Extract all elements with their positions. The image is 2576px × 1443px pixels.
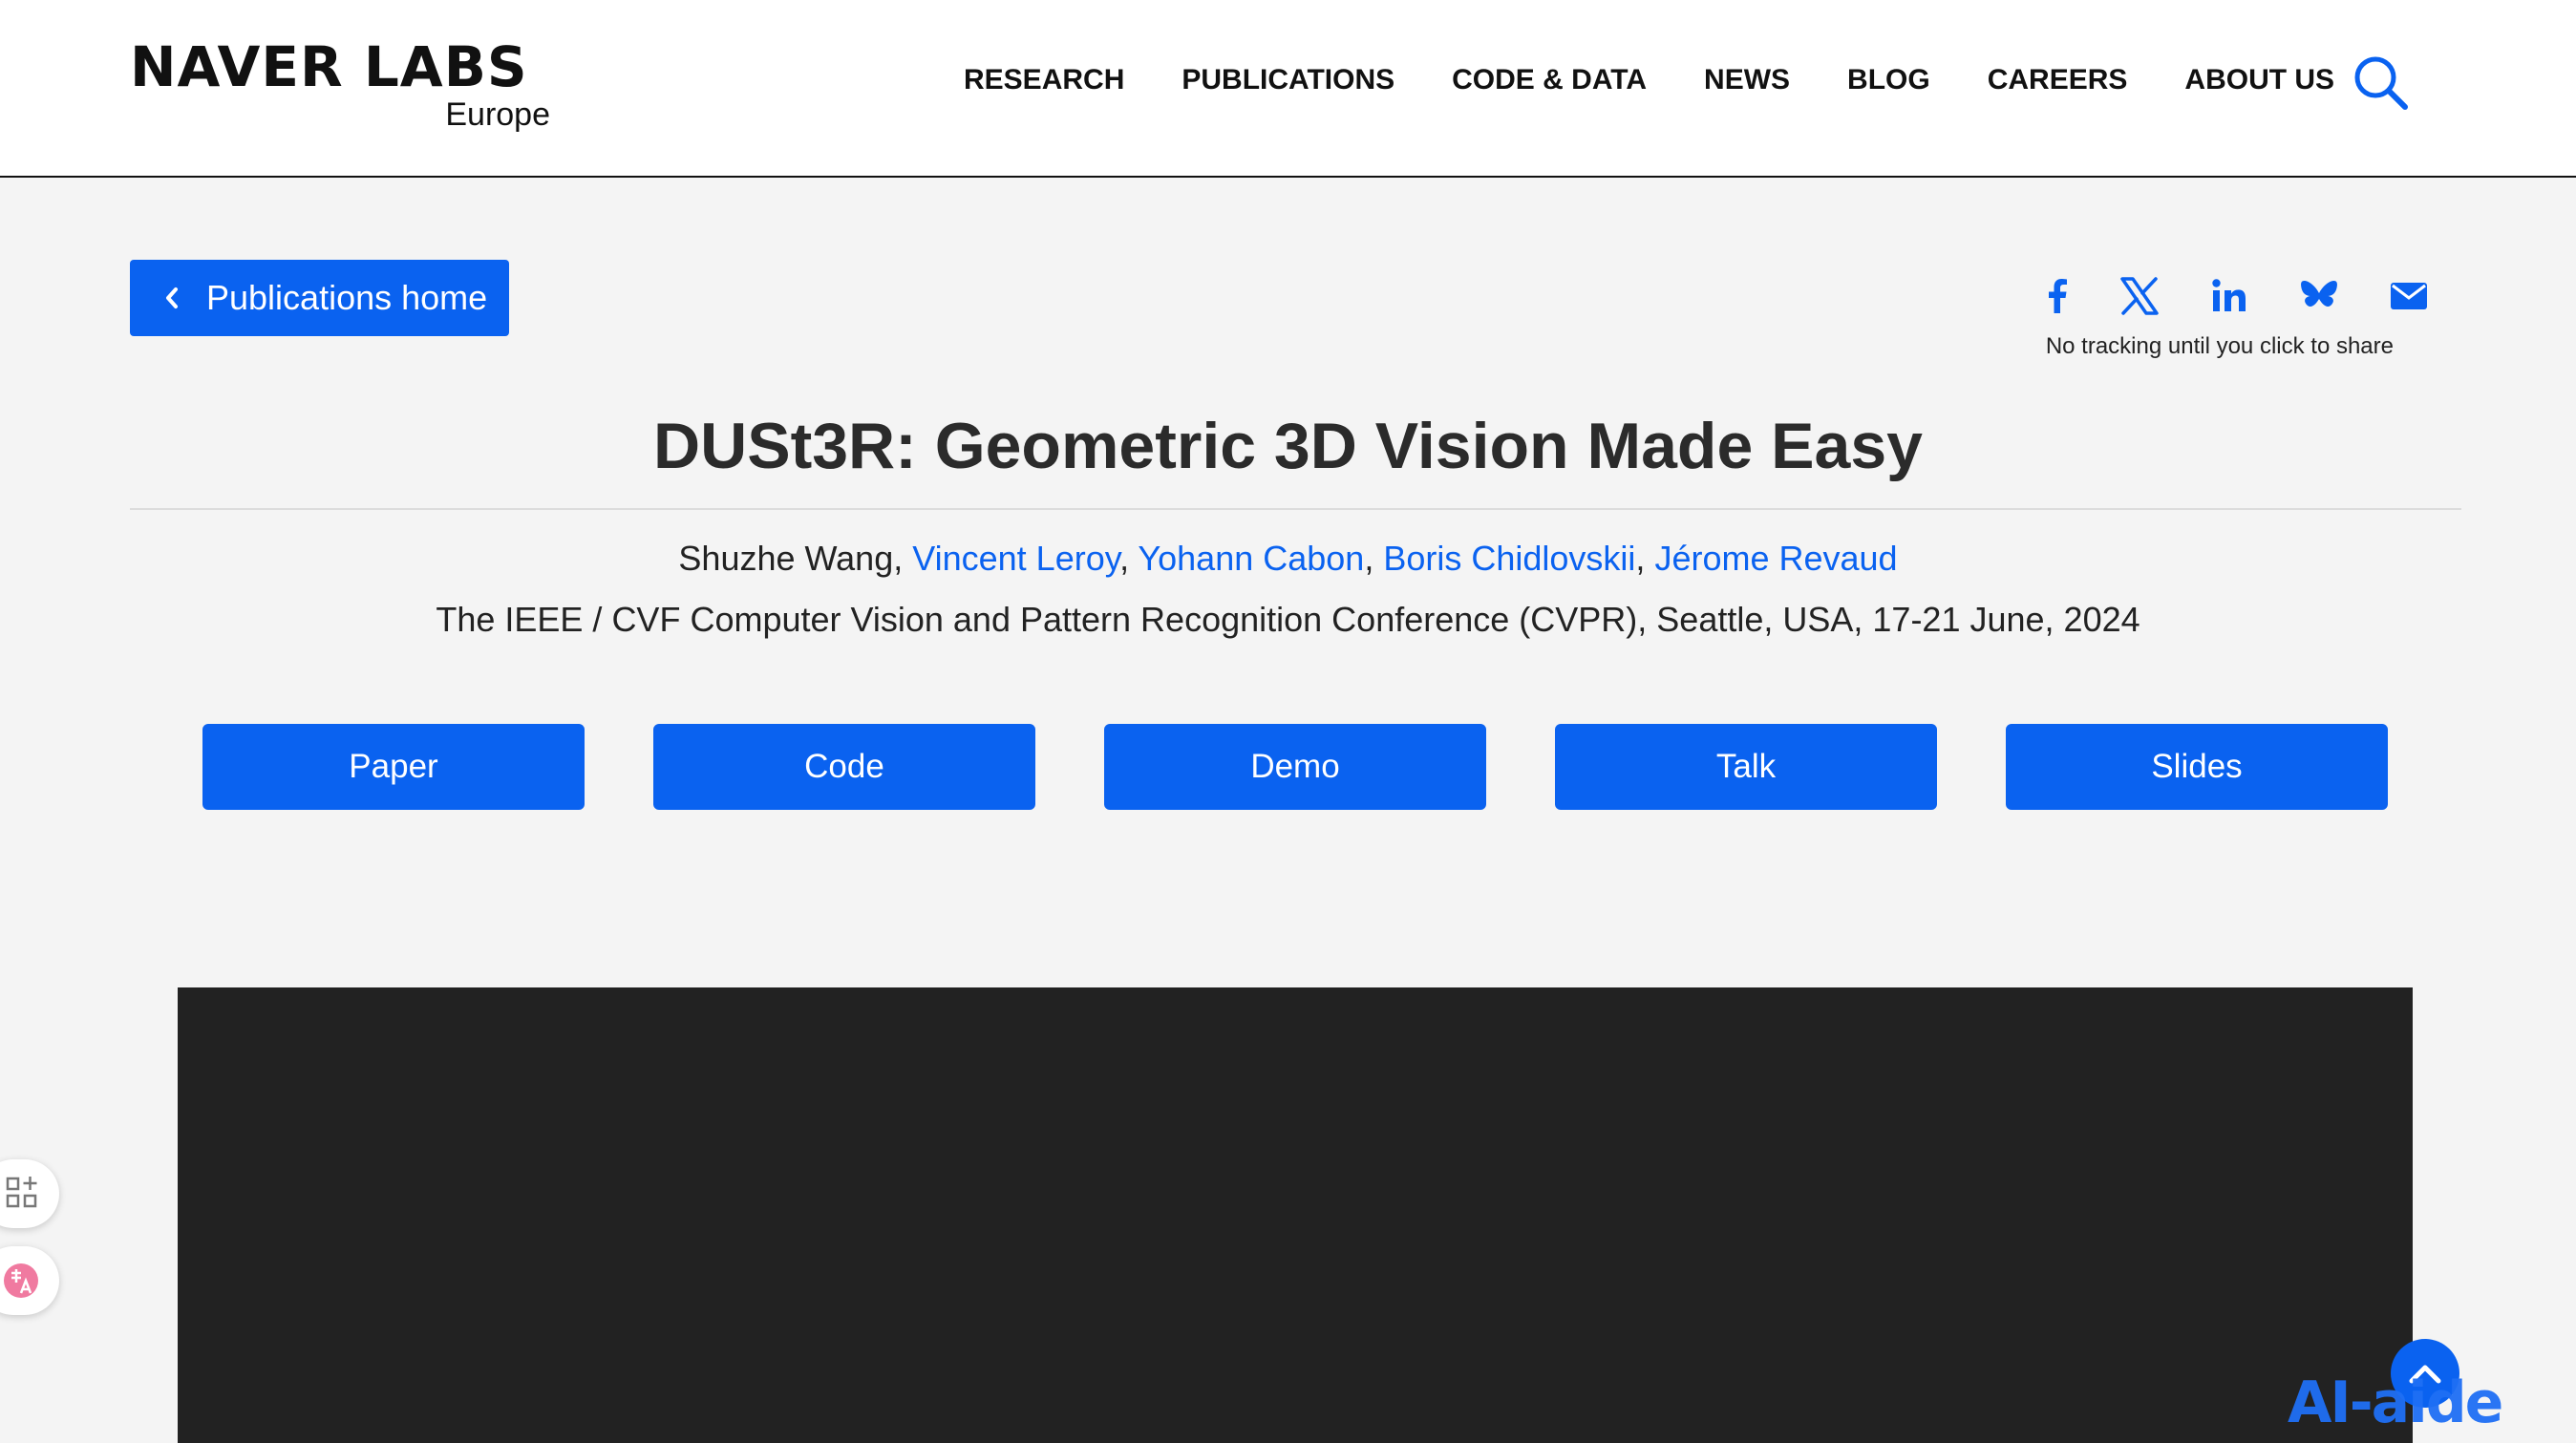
- share-note: No tracking until you click to share: [2045, 333, 2394, 359]
- watermark-logo: AI-aide: [2288, 1369, 2503, 1436]
- code-button[interactable]: Code: [653, 724, 1035, 810]
- naver-labs-logo[interactable]: NAVER LABS Europe: [130, 36, 550, 136]
- nav-research[interactable]: RESEARCH: [964, 61, 1124, 99]
- logo-main-text: NAVER LABS: [130, 34, 528, 99]
- facebook-icon[interactable]: [2036, 275, 2078, 317]
- author-list: Shuzhe Wang, Vincent Leroy, Yohann Cabon…: [0, 537, 2576, 581]
- author-separator: ,: [1635, 539, 1655, 578]
- author-separator: ,: [1364, 539, 1384, 578]
- demo-button[interactable]: Demo: [1104, 724, 1486, 810]
- author-separator: ,: [893, 539, 913, 578]
- logo-sub-text: Europe: [445, 96, 550, 133]
- apps-widget-button[interactable]: [0, 1159, 59, 1228]
- author-link-boris-chidlovskii[interactable]: Boris Chidlovskii: [1383, 539, 1635, 578]
- paper-title: DUSt3R: Geometric 3D Vision Made Easy: [653, 410, 1923, 482]
- talk-button[interactable]: Talk: [1555, 724, 1937, 810]
- nav-about-us[interactable]: ABOUT US: [2184, 61, 2334, 99]
- author-link-jerome-revaud[interactable]: Jérome Revaud: [1654, 539, 1897, 578]
- linkedin-icon[interactable]: [2208, 275, 2250, 317]
- apps-add-icon: [6, 1177, 37, 1208]
- translate-widget-button[interactable]: [0, 1246, 59, 1315]
- chevron-left-icon: [166, 287, 178, 308]
- title-divider: [130, 508, 2461, 510]
- main-nav: RESEARCH PUBLICATIONS CODE & DATA NEWS B…: [964, 61, 2392, 99]
- x-icon[interactable]: [2118, 275, 2161, 317]
- video-player[interactable]: [178, 987, 2413, 1443]
- author-link-yohann-cabon[interactable]: Yohann Cabon: [1138, 539, 1364, 578]
- author-link-vincent-leroy[interactable]: Vincent Leroy: [912, 539, 1119, 578]
- share-icons: [2025, 269, 2455, 323]
- share-bar: No tracking until you click to share: [2025, 269, 2455, 365]
- paper-button[interactable]: Paper: [202, 724, 585, 810]
- translate-icon: [4, 1263, 38, 1298]
- nav-publications[interactable]: PUBLICATIONS: [1182, 61, 1394, 99]
- email-icon[interactable]: [2388, 275, 2430, 317]
- slides-button[interactable]: Slides: [2006, 724, 2388, 810]
- nav-blog[interactable]: BLOG: [1847, 61, 1930, 99]
- venue-line: The IEEE / CVF Computer Vision and Patte…: [436, 600, 2140, 639]
- nav-news[interactable]: NEWS: [1704, 61, 1790, 99]
- author-separator: ,: [1119, 539, 1139, 578]
- nav-code-data[interactable]: CODE & DATA: [1452, 61, 1647, 99]
- publications-home-label: Publications home: [206, 278, 488, 317]
- nav-careers[interactable]: CAREERS: [1988, 61, 2128, 99]
- author-name: Shuzhe Wang: [678, 539, 894, 578]
- search-icon[interactable]: [2352, 53, 2409, 111]
- bluesky-icon[interactable]: [2298, 275, 2340, 317]
- site-header: NAVER LABS Europe RESEARCH PUBLICATIONS …: [0, 0, 2576, 178]
- publications-home-button[interactable]: Publications home: [130, 260, 509, 336]
